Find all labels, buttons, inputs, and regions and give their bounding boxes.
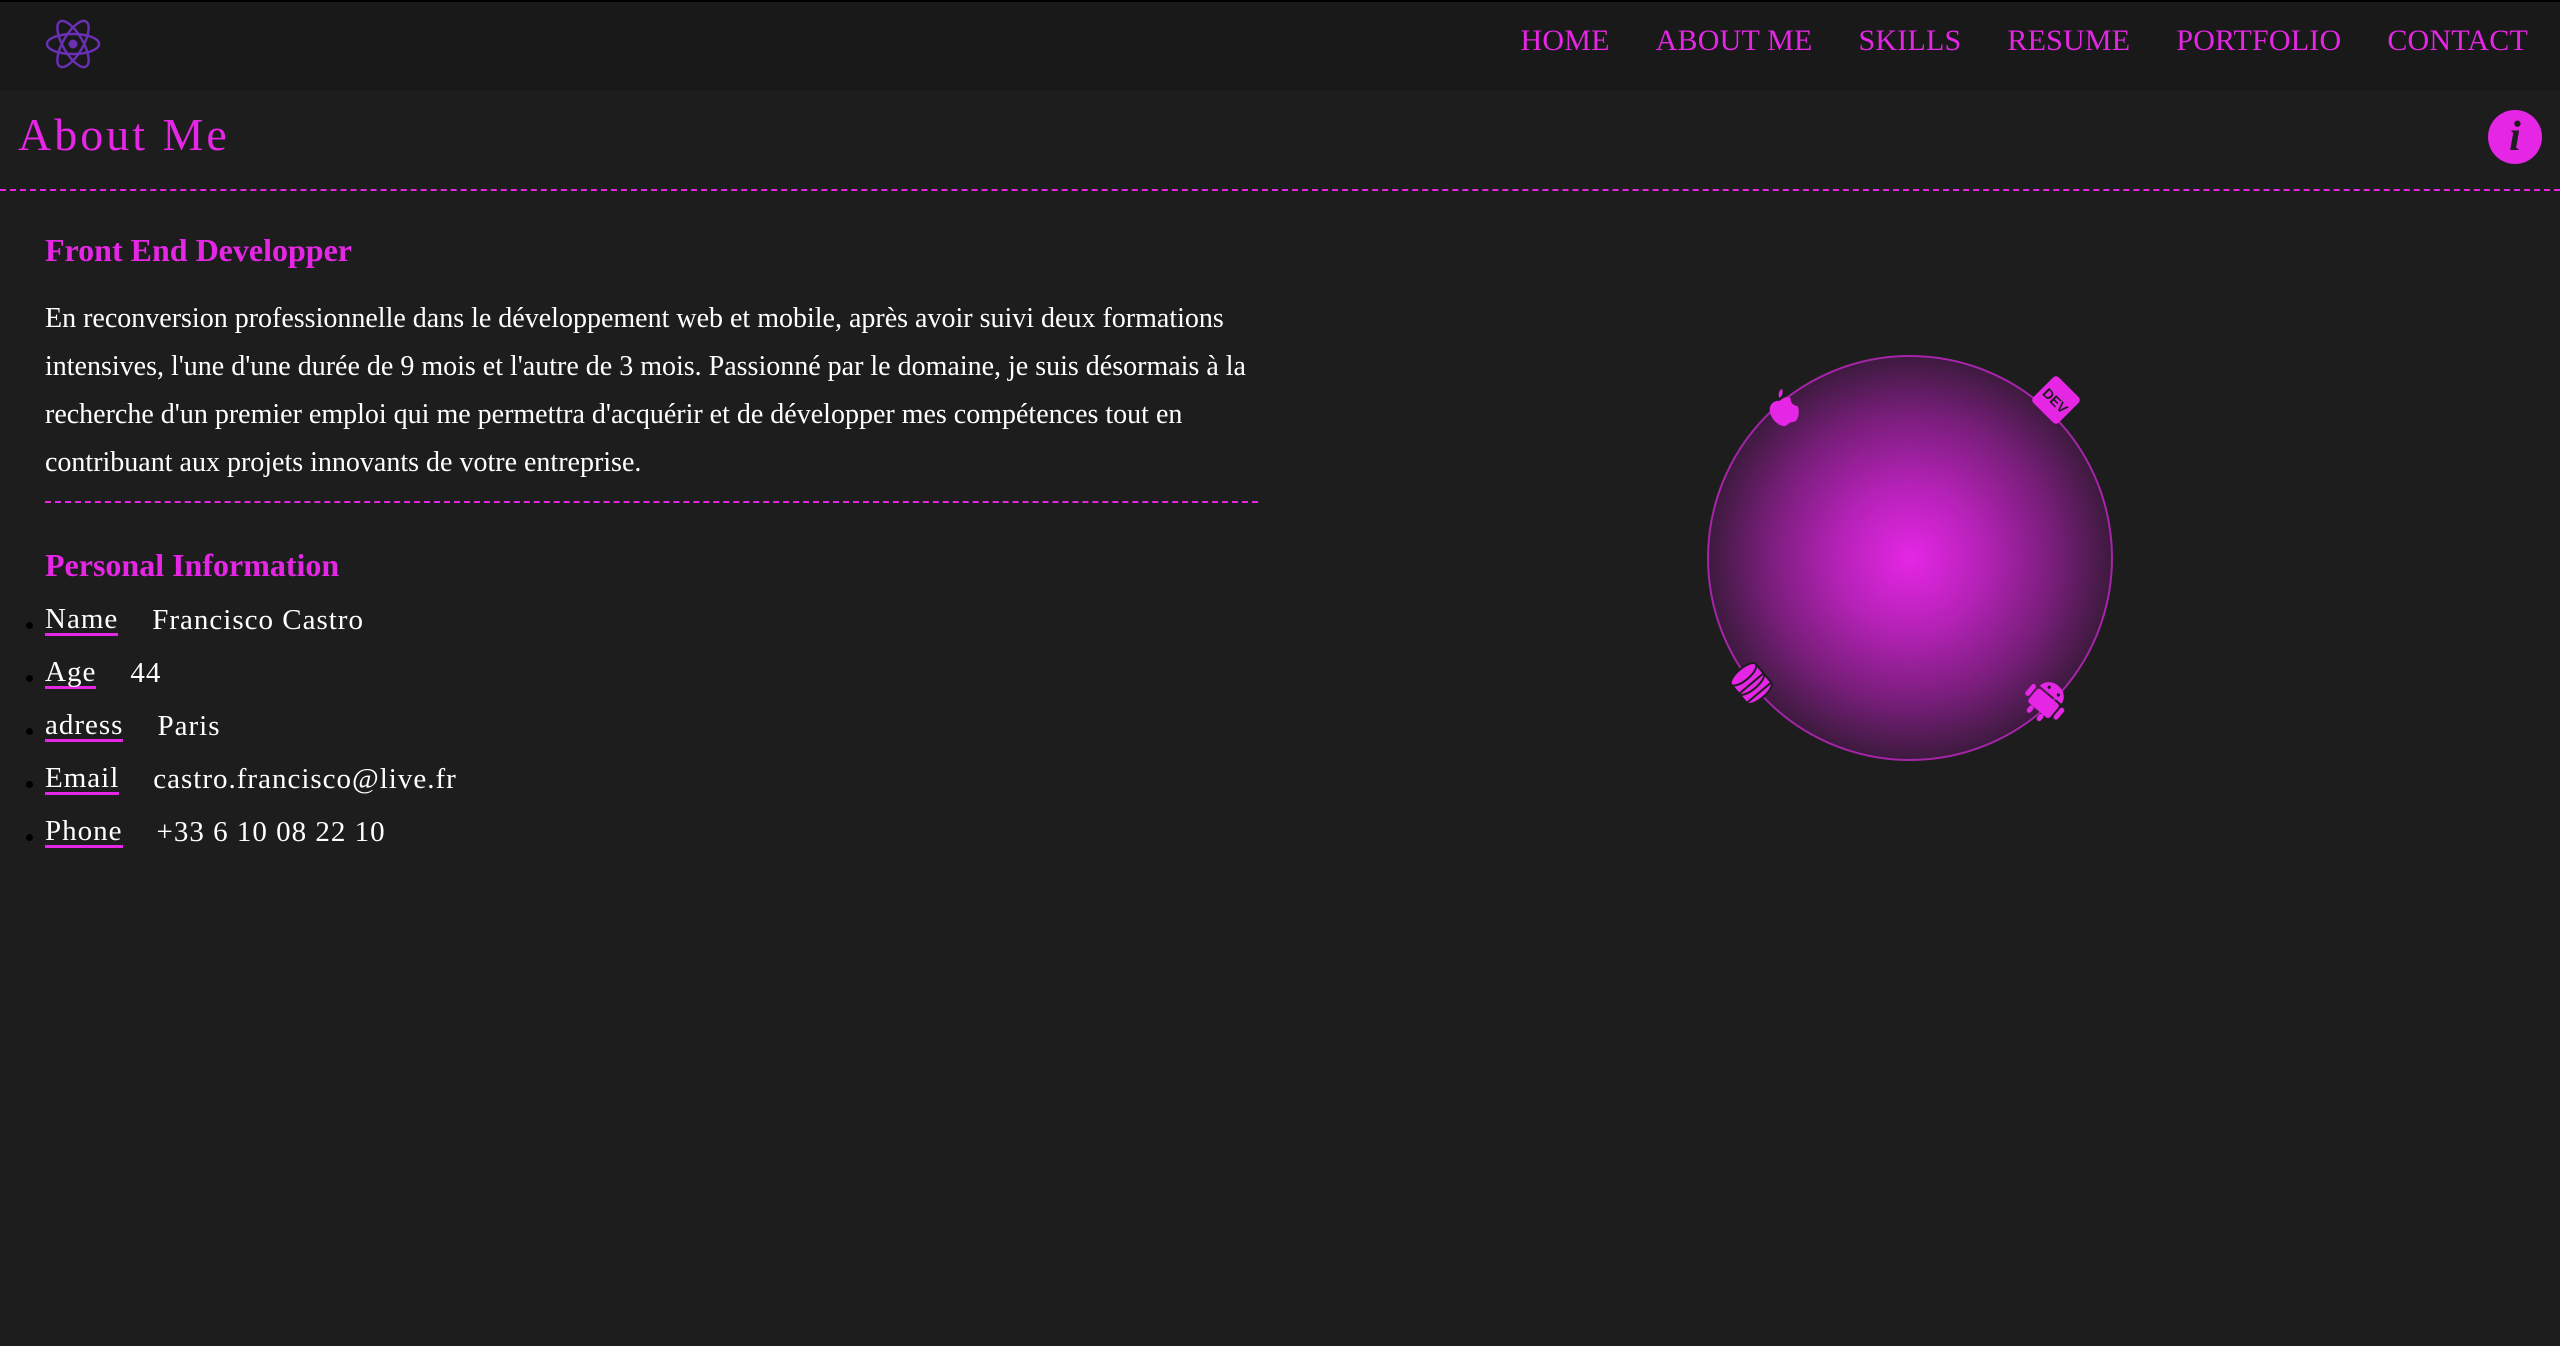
nav-home[interactable]: HOME xyxy=(1521,24,1610,58)
tech-orbit: DEV xyxy=(1700,350,2120,770)
database-icon xyxy=(1729,662,1773,705)
personal-info-list: Name Francisco Castro Age 44 adress Pari… xyxy=(26,594,1260,859)
personal-info-heading: Personal Information xyxy=(45,547,340,583)
list-item: Age 44 xyxy=(26,647,1260,700)
bio-text: En reconversion professionnelle dans le … xyxy=(45,303,1246,478)
role-heading: Front End Developper xyxy=(45,232,352,268)
nav-contact[interactable]: CONTACT xyxy=(2387,24,2528,58)
info-value-phone: +33 6 10 08 22 10 xyxy=(156,816,386,848)
top-navbar: HOME ABOUT ME SKILLS RESUME PORTFOLIO CO… xyxy=(0,0,2560,91)
nav-skills[interactable]: SKILLS xyxy=(1859,24,1962,58)
info-label-name: Name xyxy=(45,602,119,636)
android-icon xyxy=(2025,682,2065,722)
list-item: Phone +33 6 10 08 22 10 xyxy=(26,806,1260,859)
info-icon[interactable]: i xyxy=(2488,110,2542,164)
section-divider xyxy=(45,501,1258,503)
info-label-age: Age xyxy=(45,655,97,689)
dev-icon: DEV xyxy=(2032,376,2080,424)
info-glyph: i xyxy=(2509,114,2521,160)
react-atom-icon[interactable] xyxy=(44,17,102,71)
list-item: adress Paris xyxy=(26,700,1260,753)
page-title: About Me xyxy=(18,109,230,160)
about-content: Front End Developper En reconversion pro… xyxy=(26,232,1260,859)
nav-resume[interactable]: RESUME xyxy=(2007,24,2130,58)
main-nav: HOME ABOUT ME SKILLS RESUME PORTFOLIO CO… xyxy=(1521,24,2528,58)
info-label-email: Email xyxy=(45,761,120,795)
info-value-email: castro.francisco@live.fr xyxy=(153,763,457,795)
info-label-phone: Phone xyxy=(45,814,123,848)
info-label-address: adress xyxy=(45,708,124,742)
apple-icon xyxy=(1769,388,1799,427)
info-value-name: Francisco Castro xyxy=(152,604,364,636)
info-value-address: Paris xyxy=(157,710,221,742)
list-item: Name Francisco Castro xyxy=(26,594,1260,647)
list-item: Email castro.francisco@live.fr xyxy=(26,753,1260,806)
nav-portfolio[interactable]: PORTFOLIO xyxy=(2176,24,2341,58)
title-divider xyxy=(0,189,2560,191)
nav-about-me[interactable]: ABOUT ME xyxy=(1656,24,1813,58)
info-value-age: 44 xyxy=(130,657,162,689)
